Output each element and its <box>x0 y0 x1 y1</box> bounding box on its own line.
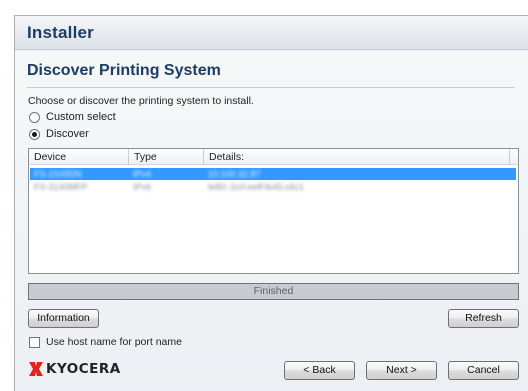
discovery-progress-bar: Finished <box>28 283 519 300</box>
column-type[interactable]: Type <box>129 149 204 165</box>
device-details: fe80::2c0:eeff:fe45:c6c1 <box>208 182 304 192</box>
column-device[interactable]: Device <box>29 149 129 165</box>
information-button[interactable]: Information <box>28 309 99 328</box>
title-bar: Installer <box>15 16 528 50</box>
page-instruction: Choose or discover the printing system t… <box>28 95 254 107</box>
refresh-button[interactable]: Refresh <box>448 309 519 328</box>
host-name-option[interactable]: Use host name for port name <box>29 336 182 348</box>
cancel-button[interactable]: Cancel <box>448 361 519 380</box>
device-list-header: Device Type Details: <box>29 149 518 165</box>
device-row[interactable]: FS-3140MFP IPv6 fe80::2c0:eeff:fe45:c6c1 <box>30 181 516 193</box>
back-button[interactable]: < Back <box>284 361 355 380</box>
device-row-selected[interactable]: FS-2100DN IPv4 10.100.32.87 <box>30 168 516 180</box>
heading-divider <box>27 87 515 88</box>
window-title: Installer <box>27 23 94 42</box>
column-details[interactable]: Details: <box>204 149 510 165</box>
discover-option[interactable]: Discover <box>29 128 89 140</box>
device-type: IPv6 <box>133 182 152 192</box>
next-button[interactable]: Next > <box>366 361 437 380</box>
wizard-page: Discover Printing System Choose or disco… <box>15 51 528 391</box>
host-name-label: Use host name for port name <box>46 336 182 348</box>
installer-window: Installer Discover Printing System Choos… <box>14 15 528 391</box>
device-list[interactable]: Device Type Details: FS-2100DN IPv4 10.1… <box>28 148 519 274</box>
device-name: FS-2100DN <box>34 169 82 179</box>
device-name: FS-3140MFP <box>34 182 88 192</box>
host-name-checkbox[interactable] <box>29 336 40 348</box>
custom-select-label: Custom select <box>46 111 116 123</box>
device-details: 10.100.32.87 <box>208 169 261 179</box>
custom-select-radio[interactable] <box>29 111 40 123</box>
page-heading: Discover Printing System <box>27 62 221 79</box>
kyocera-logo-icon <box>29 362 43 376</box>
device-type: IPv4 <box>133 169 152 179</box>
discover-radio[interactable] <box>29 128 40 140</box>
kyocera-logo: KYOCERA <box>29 361 121 377</box>
kyocera-logo-text: KYOCERA <box>46 361 121 377</box>
custom-select-option[interactable]: Custom select <box>29 111 116 123</box>
discover-label: Discover <box>46 128 89 140</box>
